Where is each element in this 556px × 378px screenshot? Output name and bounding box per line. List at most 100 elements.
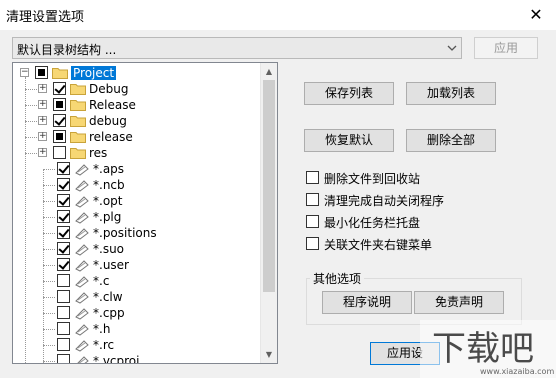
tree-folder[interactable]: + res — [13, 145, 261, 161]
folder-icon — [70, 148, 86, 159]
tree-item-label: *.vcproj — [93, 354, 140, 364]
tree-branch-line — [25, 137, 37, 138]
scroll-thumb[interactable] — [263, 80, 275, 292]
option-label: 关联文件夹右键菜单 — [324, 238, 433, 252]
tree-item-label: *.suo — [93, 242, 125, 256]
expand-icon[interactable]: + — [38, 148, 47, 157]
option-label: 最小化任务栏托盘 — [324, 216, 421, 230]
checkbox[interactable] — [57, 242, 70, 255]
file-icon — [75, 196, 89, 208]
checkbox[interactable] — [306, 237, 319, 250]
tree-item-label: *.ncb — [93, 178, 125, 192]
expand-icon[interactable]: + — [38, 100, 47, 109]
tree-file[interactable]: *.positions — [13, 225, 261, 241]
file-icon — [75, 276, 89, 288]
tree-file[interactable]: *.c — [13, 273, 261, 289]
checkbox[interactable] — [57, 178, 70, 191]
checkbox[interactable] — [57, 274, 70, 287]
checkbox[interactable] — [57, 306, 70, 319]
checkbox[interactable] — [306, 171, 319, 184]
tree-folder[interactable]: + Debug — [13, 81, 261, 97]
restore-default-button[interactable]: 恢复默认 — [304, 129, 394, 152]
tree-item-label: *.aps — [93, 162, 125, 176]
delete-all-button[interactable]: 删除全部 — [406, 129, 496, 152]
save-list-button[interactable]: 保存列表 — [304, 82, 394, 105]
tree-branch-line — [43, 233, 55, 234]
tree-file[interactable]: *.rc — [13, 337, 261, 353]
tree-item-label: debug — [89, 114, 127, 128]
file-icon — [75, 292, 89, 304]
checkbox[interactable] — [57, 226, 70, 239]
tree-file[interactable]: *.cpp — [13, 305, 261, 321]
close-icon[interactable]: ✕ — [526, 5, 546, 25]
tree-branch-line — [25, 105, 37, 106]
tree-structure-select[interactable]: 默认目录树结构 ... — [12, 37, 462, 59]
checkbox[interactable] — [57, 162, 70, 175]
tree-file[interactable]: *.suo — [13, 241, 261, 257]
tree-file[interactable]: *.plg — [13, 209, 261, 225]
tree-scrollbar[interactable]: ▲ ▼ — [260, 63, 277, 363]
checkbox[interactable] — [57, 354, 70, 363]
folder-icon — [70, 100, 86, 111]
file-icon — [75, 244, 89, 256]
checkbox[interactable] — [35, 66, 48, 79]
watermark-text: 下载吧 — [432, 329, 534, 369]
folder-icon — [70, 132, 86, 143]
file-tree[interactable]: − Project + Debug + Release + debug + release + res… — [12, 62, 278, 364]
checkbox[interactable] — [57, 290, 70, 303]
option-label: 删除文件到回收站 — [324, 172, 421, 186]
about-button[interactable]: 程序说明 — [322, 291, 412, 314]
tree-item-label: *.c — [93, 274, 110, 288]
tree-folder[interactable]: + release — [13, 129, 261, 145]
tree-branch-line — [43, 201, 55, 202]
tree-item-label: Release — [89, 98, 136, 112]
tree-file[interactable]: *.aps — [13, 161, 261, 177]
expand-icon[interactable]: + — [38, 132, 47, 141]
tree-branch-line — [43, 313, 55, 314]
tree-file[interactable]: *.ncb — [13, 177, 261, 193]
folder-icon — [52, 68, 68, 79]
tree-guide-line — [43, 169, 44, 363]
tree-item-label: *.user — [93, 258, 129, 272]
scroll-down-icon[interactable]: ▼ — [261, 346, 277, 363]
tree-file[interactable]: *.clw — [13, 289, 261, 305]
checkbox[interactable] — [306, 215, 319, 228]
tree-item-label: *.opt — [93, 194, 123, 208]
checkbox[interactable] — [53, 82, 66, 95]
tree-folder[interactable]: + debug — [13, 113, 261, 129]
tree-branch-line — [25, 89, 37, 90]
file-icon — [77, 356, 89, 363]
checkbox[interactable] — [53, 146, 66, 159]
checkbox[interactable] — [57, 338, 70, 351]
tree-branch-line — [43, 329, 55, 330]
tree-branch-line — [43, 217, 55, 218]
tree-root[interactable]: − Project — [13, 65, 261, 81]
tree-file[interactable]: *.opt — [13, 193, 261, 209]
checkbox[interactable] — [306, 193, 319, 206]
tree-item-label: Project — [71, 66, 117, 80]
load-list-button[interactable]: 加载列表 — [406, 82, 496, 105]
group-title: 其他选项 — [310, 270, 365, 287]
expand-icon[interactable]: + — [38, 116, 47, 125]
collapse-icon[interactable]: − — [20, 68, 29, 77]
checkbox[interactable] — [57, 194, 70, 207]
file-icon — [75, 260, 89, 272]
file-icon — [75, 212, 89, 224]
expand-icon[interactable]: + — [38, 84, 47, 93]
checkbox[interactable] — [57, 258, 70, 271]
file-icon — [75, 180, 89, 192]
disclaimer-button[interactable]: 免责声明 — [414, 291, 504, 314]
scroll-up-icon[interactable]: ▲ — [261, 63, 277, 80]
checkbox[interactable] — [53, 130, 66, 143]
checkbox[interactable] — [53, 98, 66, 111]
folder-icon — [70, 84, 86, 95]
folder-icon — [70, 116, 86, 127]
tree-folder[interactable]: + Release — [13, 97, 261, 113]
checkbox[interactable] — [57, 322, 70, 335]
tree-file[interactable]: *.h — [13, 321, 261, 337]
checkbox[interactable] — [53, 114, 66, 127]
checkbox[interactable] — [57, 210, 70, 223]
tree-file[interactable]: *.vcproj — [13, 353, 261, 364]
apply-top-button[interactable]: 应用 — [474, 37, 538, 59]
tree-file[interactable]: *.user — [13, 257, 261, 273]
